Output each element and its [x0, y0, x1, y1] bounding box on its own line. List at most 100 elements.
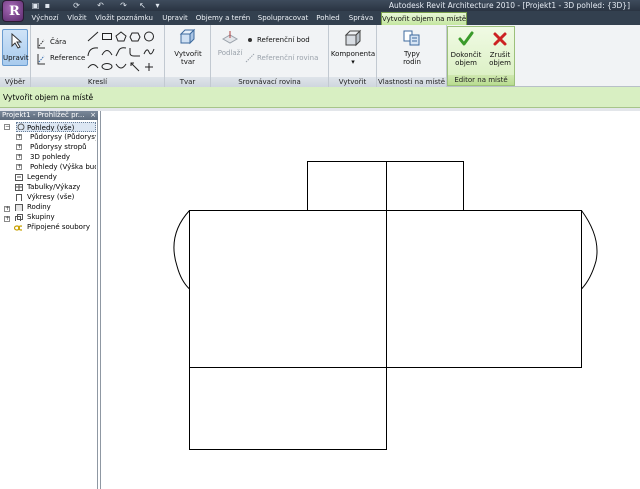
families-icon — [15, 204, 23, 211]
tab-vytvorit-objem-na-miste[interactable]: Vytvořit objem na místě — [381, 12, 467, 25]
panel-workplane-label: Srovnávací rovina — [211, 77, 328, 87]
draw-fillet-arc-icon[interactable] — [129, 46, 141, 57]
save-icon[interactable]: ▪ — [42, 0, 53, 11]
arrow-cursor-icon — [11, 33, 22, 49]
panel-create: Komponenta ▾ Vytvořit — [329, 25, 377, 87]
application-menu-button[interactable]: R — [2, 0, 24, 22]
ribbon: Upravit Výběr Čára Reference Kreslí Vytv… — [0, 25, 640, 87]
family-types-label-2[interactable]: rodin — [377, 58, 447, 67]
schedule-icon — [15, 184, 23, 191]
title-bar: ▣ ▪ ⟳ ↶ ↷ ↖ ▾ Autodesk Revit Architectur… — [0, 0, 640, 11]
tree-item-linked-files[interactable]: Připojené soubory — [27, 222, 96, 232]
panel-properties: Typy rodin Vlastnosti na místě — [377, 25, 447, 87]
linked-files-icon — [14, 225, 22, 231]
tree-item-label: Pohledy (vše) — [27, 124, 75, 132]
floor-label[interactable]: Podlaží — [215, 49, 245, 58]
expand-toggle-icon[interactable]: + — [16, 164, 22, 170]
reference-point-label[interactable]: Referenční bod — [257, 36, 310, 45]
component-icon[interactable] — [343, 29, 363, 47]
draw-polygon-circumscribed-icon[interactable] — [129, 31, 141, 42]
tab-pohled[interactable]: Pohled — [314, 11, 342, 25]
draw-point-icon[interactable] — [143, 61, 155, 72]
tab-sprava[interactable]: Správa — [347, 11, 375, 25]
line-tool-label[interactable]: Čára — [50, 38, 66, 47]
draw-arc-center-icon[interactable] — [101, 46, 113, 57]
draw-circle-icon[interactable] — [143, 31, 155, 42]
cancel-x-icon[interactable] — [492, 31, 508, 47]
undo-icon[interactable]: ↶ — [95, 0, 106, 11]
reference-plane-icon[interactable] — [245, 53, 255, 63]
expand-toggle-icon[interactable]: + — [16, 154, 22, 160]
expand-toggle-icon[interactable]: + — [4, 206, 10, 212]
panel-draw: Čára Reference Kreslí — [31, 25, 165, 87]
tab-vychozi[interactable]: Výchozí — [30, 11, 60, 25]
modify-button[interactable]: Upravit — [2, 29, 29, 66]
family-types-icon[interactable] — [402, 28, 422, 48]
tree-item-3d-views[interactable]: 3D pohledy — [30, 152, 96, 162]
drawing-canvas[interactable] — [100, 111, 640, 489]
tree-item-legends[interactable]: Legendy — [27, 172, 96, 182]
top-block — [307, 161, 464, 211]
sync-icon[interactable]: ⟳ — [71, 0, 82, 11]
reference-plane-label[interactable]: Referenční rovina — [257, 54, 318, 63]
reference-tool-label[interactable]: Reference — [50, 54, 85, 63]
reference-point-icon[interactable] — [248, 38, 252, 42]
tree-item-sheets[interactable]: Výkresy (vše) — [27, 192, 96, 202]
create-form-label-2[interactable]: tvar — [165, 58, 211, 67]
finish-checkmark-icon[interactable] — [458, 31, 474, 47]
options-bar: Vytvořit objem na místě — [0, 87, 640, 108]
tree-item-views-all[interactable]: Pohledy (vše) — [16, 122, 96, 132]
draw-arc-start-end-icon[interactable] — [87, 46, 99, 57]
tree-item-ceiling-plans[interactable]: Půdorysy stropů — [30, 142, 96, 152]
draw-polygon-icon[interactable] — [115, 31, 127, 42]
tree-item-groups[interactable]: Skupiny — [27, 212, 96, 222]
pick-lines-icon[interactable] — [129, 61, 141, 72]
tree-item-floor-plans[interactable]: Půdorysy (Půdorysy) — [30, 132, 96, 142]
draw-line-icon[interactable] — [87, 31, 99, 42]
create-form-icon[interactable] — [179, 28, 197, 46]
tree-item-elevations[interactable]: Pohledy (Výška budovy) — [30, 162, 96, 172]
component-dropdown-icon[interactable]: ▾ — [329, 58, 377, 67]
tab-spolupracovat[interactable]: Spolupracovat — [256, 11, 310, 25]
tab-objemy-a-teren[interactable]: Objemy a terén — [195, 11, 251, 25]
expand-toggle-icon[interactable]: + — [16, 134, 22, 140]
panel-select: Upravit Výběr — [0, 25, 31, 87]
project-browser-header: Projekt1 - Prohlížeč pr... × — [0, 111, 98, 120]
legend-icon — [15, 174, 23, 181]
panel-form: Vytvořit tvar Tvar — [165, 25, 211, 87]
panel-draw-label: Kreslí — [31, 77, 164, 87]
collapse-toggle-icon[interactable]: − — [4, 124, 10, 130]
tree-item-families[interactable]: Rodiny — [27, 202, 96, 212]
cancel-mass-label-2[interactable]: objem — [484, 59, 516, 68]
panel-create-label: Vytvořit — [329, 77, 376, 87]
draw-spline-icon[interactable] — [143, 46, 155, 57]
expand-toggle-icon[interactable]: + — [16, 144, 22, 150]
reference-tool-icon[interactable] — [36, 53, 46, 65]
draw-partial-ellipse-icon[interactable] — [87, 61, 99, 72]
tab-vlozit[interactable]: Vložit — [64, 11, 90, 25]
panel-editor: Dokončit objem Zrušit objem Editor na mí… — [447, 26, 515, 86]
open-icon[interactable]: ▣ — [30, 0, 41, 11]
close-icon[interactable]: × — [90, 111, 96, 120]
dropdown-icon[interactable]: ▾ — [152, 0, 163, 11]
tab-vlozit-poznamku[interactable]: Vložit poznámku — [94, 11, 154, 25]
views-icon — [17, 123, 25, 130]
line-tool-icon[interactable] — [36, 37, 46, 49]
sheets-icon — [16, 194, 22, 201]
panel-form-label: Tvar — [165, 77, 210, 87]
panel-workplane: Podlaží Referenční bod Referenční rovina… — [211, 25, 329, 87]
tree-item-schedules[interactable]: Tabulky/Výkazy — [27, 182, 96, 192]
select-cursor-icon[interactable]: ↖ — [137, 0, 148, 11]
draw-tangent-arc-icon[interactable] — [115, 46, 127, 57]
draw-ellipse-icon[interactable] — [101, 61, 113, 72]
panel-properties-label: Vlastnosti na místě — [377, 77, 446, 87]
groups-icon — [15, 214, 23, 221]
ribbon-tab-row: Výchozí Vložit Vložit poznámku Upravit O… — [0, 11, 640, 32]
expand-toggle-icon[interactable]: + — [4, 216, 10, 222]
modify-label: Upravit — [3, 54, 29, 62]
draw-rectangle-icon[interactable] — [101, 31, 113, 42]
draw-half-ellipse-icon[interactable] — [115, 61, 127, 72]
finish-mass-label-2[interactable]: objem — [450, 59, 482, 68]
tab-upravit[interactable]: Upravit — [161, 11, 189, 25]
redo-icon[interactable]: ↷ — [118, 0, 129, 11]
